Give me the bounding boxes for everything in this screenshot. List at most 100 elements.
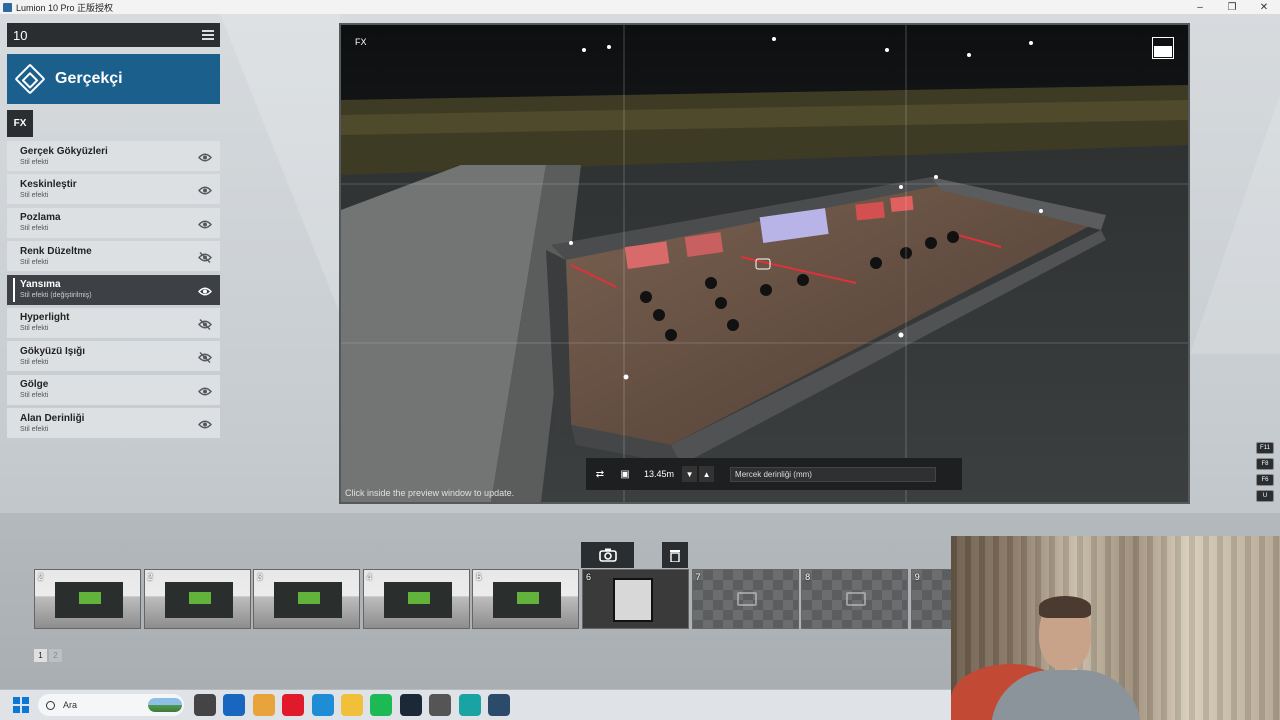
photo-thumbnail[interactable]: 7 (691, 569, 799, 629)
eye-icon[interactable] (198, 183, 212, 195)
eye-off-icon[interactable] (198, 317, 212, 330)
effect-subtitle: Stil efekti (20, 392, 49, 400)
edge-icon[interactable] (311, 694, 334, 716)
preview-viewport[interactable]: FX Click inside the preview window to up… (339, 23, 1190, 504)
photo-thumbnail[interactable]: 4 (362, 569, 470, 629)
menu-icon[interactable] (202, 30, 214, 40)
effect-name: Gölge (20, 379, 49, 391)
effect-item[interactable]: Yansıma Stil efekti (değiştirilmiş) (7, 274, 220, 305)
delete-photo-button[interactable] (662, 542, 688, 568)
effect-item[interactable]: Hyperlight Stil efekti (7, 307, 220, 338)
effect-name: Gerçek Gökyüzleri (20, 145, 108, 157)
effect-subtitle: Stil efekti (20, 425, 49, 433)
viewport-fx-label[interactable]: FX (355, 37, 367, 47)
search-label: Ara (63, 700, 78, 710)
taskbar-search[interactable]: Ara (38, 694, 184, 716)
webcam-overlay (951, 536, 1280, 720)
folder-icon[interactable] (340, 694, 363, 716)
photo-thumbnail[interactable]: 2 (143, 569, 251, 629)
photo-thumbnails: 2 2 3 4 5 6 7 8 9 (34, 569, 1020, 629)
taskbar: Ara (0, 690, 951, 720)
spotify-icon[interactable] (370, 694, 393, 716)
effect-name: Yansıma (20, 279, 61, 291)
effect-name: Renk Düzeltme (20, 245, 92, 257)
outlook-icon[interactable] (223, 694, 246, 716)
effect-name: Alan Derinliği (20, 412, 85, 424)
effect-subtitle: Stil efekti (20, 258, 49, 266)
app-icon (3, 2, 12, 12)
photo-thumbnail[interactable]: 2 (34, 569, 141, 629)
app-3-icon[interactable] (458, 694, 481, 716)
task-view-icon[interactable] (194, 694, 216, 716)
windows-start-icon[interactable] (13, 697, 29, 713)
function-key-hint[interactable]: F6 (1256, 474, 1274, 486)
eye-icon[interactable] (198, 384, 212, 396)
lens-depth-input[interactable]: Mercek derinliği (mm) (730, 466, 937, 482)
effect-item[interactable]: Alan Derinliği Stil efekti (7, 408, 220, 439)
page-2-button[interactable]: 2 (49, 649, 62, 662)
photo-thumbnail[interactable]: 5 (472, 569, 580, 629)
thumbnail-image (493, 582, 562, 618)
thumbnail-number: 6 (585, 572, 591, 582)
take-photo-button[interactable] (581, 542, 634, 568)
search-icon (46, 700, 55, 710)
lumion-icon[interactable] (487, 694, 510, 716)
thumbnail-number: 9 (914, 572, 920, 582)
arrow-up-button[interactable]: ▲ (699, 466, 715, 482)
effect-item[interactable]: Pozlama Stil efekti (7, 207, 220, 238)
effect-subtitle: Stil efekti (20, 158, 49, 166)
thumbnail-tools (581, 542, 688, 568)
page-1-button[interactable]: 1 (34, 649, 47, 662)
viewport-hint: Click inside the preview window to updat… (345, 488, 515, 498)
function-key-hint[interactable]: F8 (1256, 458, 1274, 470)
photo-camera-icon (598, 548, 617, 562)
camera-icon[interactable]: ▣ (615, 465, 635, 483)
opera-icon[interactable] (282, 694, 305, 716)
title-bar: Lumion 10 Pro 正版授权 – ❐ ✕ (0, 0, 1280, 14)
thumbnail-image (383, 582, 452, 618)
eye-off-icon[interactable] (198, 350, 212, 364)
search-highlight-icon (148, 698, 182, 712)
function-key-hint[interactable]: F11 (1256, 442, 1274, 454)
eye-icon[interactable] (198, 417, 212, 429)
photo-thumbnail[interactable]: 8 (801, 569, 909, 629)
photo-thumbnail[interactable]: 3 (253, 569, 361, 629)
taskbar-apps (194, 694, 517, 716)
function-key-hints: F11 F8 F6 U (1256, 442, 1274, 502)
effect-item[interactable]: Gökyüzü Işığı Stil efekti (7, 341, 220, 372)
recorder-icon[interactable] (429, 694, 452, 716)
photo-thumbnail[interactable]: 6 (581, 569, 689, 629)
effect-item[interactable]: Gerçek Gökyüzleri Stil efekti (7, 141, 220, 171)
maximize-button[interactable]: ❐ (1216, 2, 1248, 13)
eye-icon[interactable] (198, 217, 212, 229)
page-number: 10 (13, 27, 28, 43)
eye-icon[interactable] (198, 284, 212, 296)
thumbnail-number: 2 (147, 572, 153, 582)
camera-toolbar: ⇄ ▣ 13.45m ▼ ▲ Mercek derinliği (mm) (586, 458, 962, 490)
effect-item[interactable]: Gölge Stil efekti (7, 374, 220, 405)
eye-off-icon[interactable] (198, 250, 212, 264)
thumbnail-image (164, 582, 233, 618)
effect-item[interactable]: Renk Düzeltme Stil efekti (7, 241, 220, 272)
function-key-hint[interactable]: U (1256, 490, 1274, 502)
fullscreen-icon[interactable] (1152, 37, 1174, 59)
chrome-icon[interactable] (252, 694, 275, 716)
effect-subtitle: Stil efekti (değiştirilmiş) (20, 292, 92, 300)
empty-slot-camera-icon (846, 592, 867, 606)
effect-subtitle: Stil efekti (20, 225, 49, 233)
steam-icon[interactable] (399, 694, 422, 716)
style-icon (14, 63, 46, 95)
scene-render (341, 25, 1188, 502)
thumbnail-number: 7 (695, 572, 701, 582)
thumbnail-number: 3 (257, 572, 263, 582)
trash-icon (670, 550, 680, 562)
effect-item[interactable]: Keskinleştir Stil efekti (7, 174, 220, 205)
swap-icon[interactable]: ⇄ (590, 465, 610, 483)
effects-list: Gerçek Gökyüzleri Stil efekti Keskinleştir… (7, 141, 220, 442)
fx-tab[interactable]: FX (7, 110, 33, 137)
close-button[interactable]: ✕ (1248, 2, 1280, 13)
arrow-down-button[interactable]: ▼ (682, 466, 698, 482)
eye-icon[interactable] (198, 150, 212, 162)
style-header[interactable]: Gerçekçi (7, 54, 220, 104)
minimize-button[interactable]: – (1184, 2, 1216, 13)
